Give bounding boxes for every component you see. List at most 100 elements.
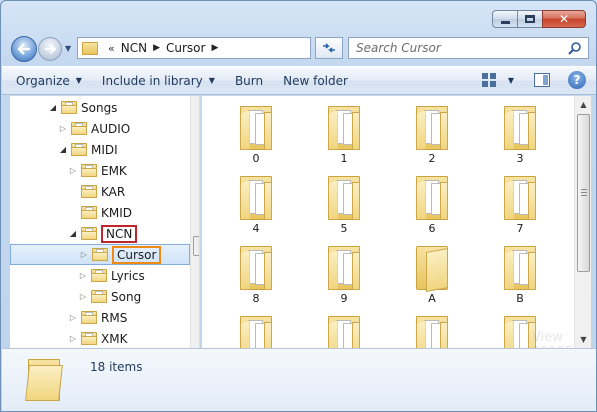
tree-item-kmid[interactable]: KMID <box>10 202 190 223</box>
folder-icon <box>25 359 63 401</box>
folder-icon <box>81 206 97 219</box>
folder-icon <box>416 106 448 150</box>
refresh-button[interactable] <box>315 37 343 59</box>
caption-buttons: ✕ <box>492 10 586 28</box>
tree-item-ncn[interactable]: ◢ NCN <box>10 223 190 244</box>
expand-icon[interactable]: ▷ <box>79 250 89 259</box>
burn-button[interactable]: Burn <box>235 74 263 88</box>
folder-item[interactable] <box>392 308 472 348</box>
folder-item[interactable]: 7 <box>480 168 560 235</box>
expand-icon[interactable]: ▷ <box>58 124 68 133</box>
views-chevron-down-icon[interactable]: ▼ <box>508 76 514 85</box>
scroll-up-icon[interactable]: ▲ <box>575 96 592 113</box>
breadcrumb-cursor[interactable]: Cursor <box>166 41 205 55</box>
item-count: 18 items <box>90 360 143 374</box>
tree-item-songs[interactable]: ◢ Songs <box>10 97 190 118</box>
search-icon[interactable] <box>568 41 582 55</box>
search-input[interactable]: Search Cursor <box>348 37 589 59</box>
folder-icon <box>82 41 98 55</box>
folder-icon <box>81 185 97 198</box>
folder-item-label: 9 <box>340 292 348 305</box>
preview-pane-icon[interactable] <box>534 73 550 87</box>
folder-item[interactable]: 3 <box>480 98 560 165</box>
file-list-scrollbar[interactable]: ▲ ▼ <box>574 96 591 348</box>
forward-button[interactable] <box>38 37 62 61</box>
folder-item[interactable]: A <box>392 238 472 305</box>
address-overflow-chevron[interactable]: « <box>108 42 115 55</box>
tree-item-audio[interactable]: ▷ AUDIO <box>10 118 190 139</box>
folder-icon <box>81 164 97 177</box>
folder-item[interactable]: 4 <box>216 168 296 235</box>
folder-item[interactable]: 6 <box>392 168 472 235</box>
scroll-down-icon[interactable]: ▼ <box>575 331 592 348</box>
folder-item[interactable]: 2 <box>392 98 472 165</box>
folder-item-label: 7 <box>516 222 524 235</box>
folder-item-label: 3 <box>516 152 524 165</box>
navigation-scrollbar-thumb[interactable] <box>193 236 199 256</box>
tree-item-rms[interactable]: ▷ RMS <box>10 307 190 328</box>
tree-item-emk[interactable]: ▷ EMK <box>10 160 190 181</box>
folder-icon <box>328 176 360 220</box>
close-icon: ✕ <box>558 12 570 26</box>
file-list-scrollbar-thumb[interactable] <box>577 114 590 272</box>
folder-icon <box>71 122 87 135</box>
navigation-scrollbar[interactable] <box>190 96 199 348</box>
expand-icon[interactable]: ▷ <box>68 313 78 322</box>
folder-item[interactable] <box>304 308 384 348</box>
tree-item-label: EMK <box>101 163 127 178</box>
navigation-row: ▼ « NCN ▶ Cursor ▶ Search Cursor <box>11 35 591 62</box>
breadcrumb-arrow-icon[interactable]: ▶ <box>211 43 218 53</box>
tree-item-label: RMS <box>101 310 128 325</box>
maximize-button[interactable] <box>517 10 543 28</box>
expand-icon[interactable]: ▷ <box>68 166 78 175</box>
folder-item[interactable]: 0 <box>216 98 296 165</box>
expand-icon[interactable]: ▷ <box>68 334 78 343</box>
tree-item-xmk[interactable]: ▷ XMK <box>10 328 190 348</box>
include-in-library-label: Include in library <box>101 73 203 88</box>
tree-item-label: Cursor <box>112 245 162 264</box>
change-view-icon[interactable] <box>481 73 498 87</box>
folder-item[interactable]: B <box>480 238 560 305</box>
search-placeholder: Search Cursor <box>356 41 441 55</box>
collapse-icon[interactable]: ◢ <box>48 103 58 112</box>
collapse-icon[interactable]: ◢ <box>58 145 68 154</box>
organize-button[interactable]: Organize ▼ <box>16 74 82 88</box>
minimize-button[interactable] <box>492 10 518 28</box>
address-bar[interactable]: « NCN ▶ Cursor ▶ <box>77 37 311 59</box>
folder-item[interactable]: 1 <box>304 98 384 165</box>
tree-item-kar[interactable]: KAR <box>10 181 190 202</box>
tree-item-midi[interactable]: ◢ MIDI <box>10 139 190 160</box>
recent-pages-chevron-icon[interactable]: ▼ <box>65 44 71 53</box>
folder-icon <box>240 176 272 220</box>
folder-icon <box>81 332 97 345</box>
folder-item-label: 4 <box>252 222 260 235</box>
back-button[interactable] <box>11 36 37 62</box>
new-folder-button[interactable]: New folder <box>283 74 348 88</box>
help-icon[interactable]: ? <box>568 71 586 89</box>
folder-item-label: B <box>516 292 524 305</box>
expand-icon[interactable]: ▷ <box>78 271 88 280</box>
folder-item-label: 5 <box>340 222 348 235</box>
collapse-icon[interactable]: ◢ <box>68 229 78 238</box>
folder-item[interactable]: 9 <box>304 238 384 305</box>
breadcrumb-arrow-icon[interactable]: ▶ <box>153 43 160 53</box>
folder-icon <box>92 248 108 261</box>
forward-arrow-icon <box>45 44 56 54</box>
expand-icon[interactable]: ▷ <box>78 292 88 301</box>
close-button[interactable]: ✕ <box>542 10 586 28</box>
command-bar: Organize ▼ Include in library ▼ Burn New f… <box>2 66 596 95</box>
folder-icon <box>416 176 448 220</box>
folder-item[interactable] <box>216 308 296 348</box>
tree-item-label: KAR <box>101 184 126 199</box>
folder-icon <box>240 246 272 290</box>
folder-item[interactable]: 5 <box>304 168 384 235</box>
folder-item-label: 8 <box>252 292 260 305</box>
tree-item-song[interactable]: ▷ Song <box>10 286 190 307</box>
tree-item-label: Song <box>111 289 142 304</box>
tree-item-cursor[interactable]: ▷ Cursor <box>10 244 190 265</box>
file-list: 0 1 2 3 4 5 6 7 8 9 A B View 0816522778 <box>202 96 574 348</box>
tree-item-lyrics[interactable]: ▷ Lyrics <box>10 265 190 286</box>
include-in-library-button[interactable]: Include in library ▼ <box>102 74 215 88</box>
folder-item[interactable]: 8 <box>216 238 296 305</box>
breadcrumb-ncn[interactable]: NCN <box>121 41 147 55</box>
